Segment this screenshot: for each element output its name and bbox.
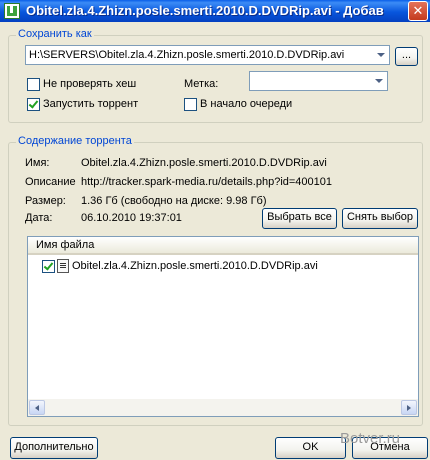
window-title: Obitel.zla.4.Zhizn.posle.smerti.2010.D.D… — [26, 3, 384, 18]
date-label: Дата: — [25, 212, 53, 224]
video-file-icon — [57, 259, 69, 273]
file-name-column-header[interactable]: Имя файла — [36, 239, 94, 251]
size-value: 1.36 Гб (свободно на диске: 9.98 Гб) — [81, 195, 267, 207]
save-path-combobox[interactable]: H:\SERVERS\Obitel.zla.4.Zhizn.posle.smer… — [25, 45, 390, 65]
queue-top-checkbox[interactable] — [184, 98, 197, 111]
close-button[interactable]: ✕ — [408, 1, 428, 21]
file-name: Obitel.zla.4.Zhizn.posle.smerti.2010.D.D… — [72, 260, 318, 272]
scroll-left-icon[interactable] — [29, 400, 45, 415]
skip-hash-label: Не проверять хеш — [43, 78, 137, 90]
torrent-contents-group-title: Содержание торрента — [16, 135, 134, 147]
title-bar[interactable]: Obitel.zla.4.Zhizn.posle.smerti.2010.D.D… — [0, 0, 430, 22]
name-value: Obitel.zla.4.Zhizn.posle.smerti.2010.D.D… — [81, 157, 327, 169]
comment-label: Описание — [25, 176, 76, 188]
chevron-down-icon[interactable] — [371, 73, 386, 89]
save-as-group-title: Сохранить как — [16, 28, 94, 40]
size-label: Размер: — [25, 195, 66, 207]
scroll-right-icon[interactable] — [401, 400, 417, 415]
file-list[interactable]: Имя файла Obitel.zla.4.Zhizn.posle.smert… — [27, 236, 419, 417]
file-list-header[interactable]: Имя файла — [28, 237, 418, 255]
queue-top-label: В начало очереди — [200, 98, 293, 110]
horizontal-scrollbar[interactable] — [28, 399, 418, 416]
save-path-value: H:\SERVERS\Obitel.zla.4.Zhizn.posle.smer… — [29, 49, 345, 61]
name-label: Имя: — [25, 157, 50, 169]
tag-combobox[interactable] — [249, 71, 388, 91]
chevron-down-icon[interactable] — [373, 47, 388, 63]
ok-button[interactable]: OK — [275, 437, 346, 459]
start-torrent-label: Запустить торрент — [43, 98, 139, 110]
watermark-text: Botver.ru — [340, 430, 401, 447]
skip-hash-checkbox[interactable] — [27, 78, 40, 91]
tag-label: Метка: — [184, 78, 219, 90]
file-checkbox[interactable] — [42, 260, 55, 273]
comment-value: http://tracker.spark-media.ru/details.ph… — [81, 176, 333, 188]
select-all-button[interactable]: Выбрать все — [262, 208, 337, 229]
deselect-all-button[interactable]: Снять выбор — [342, 208, 418, 229]
date-value: 06.10.2010 19:37:01 — [81, 212, 182, 224]
start-torrent-checkbox[interactable] — [27, 98, 40, 111]
utorrent-app-icon — [4, 3, 20, 19]
advanced-button[interactable]: Дополнительно — [10, 437, 98, 459]
browse-button[interactable]: ... — [395, 47, 418, 66]
